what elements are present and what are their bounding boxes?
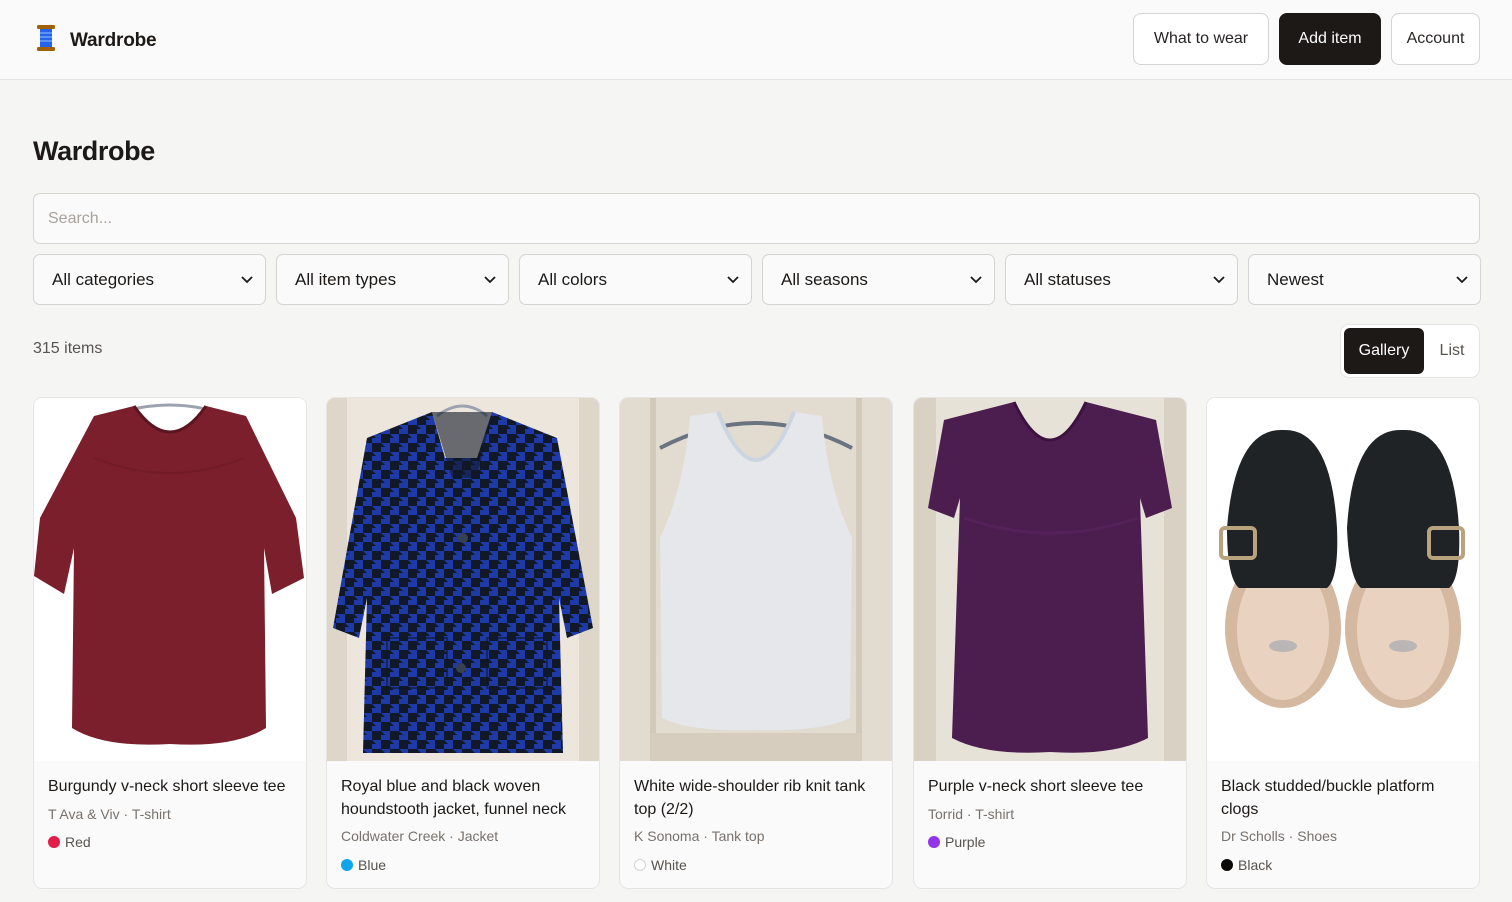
status-select[interactable]: All statuses <box>1005 254 1238 305</box>
chevron-down-icon <box>970 275 982 283</box>
item-color: Red <box>48 834 91 850</box>
item-type: T-shirt <box>131 806 171 822</box>
item-color: Blue <box>341 857 386 873</box>
app-title: Wardrobe <box>70 29 157 51</box>
color-swatch <box>928 836 940 848</box>
item-brand: T Ava & Viv <box>48 806 120 822</box>
item-meta: T Ava & Viv · T-shirt <box>48 806 171 822</box>
color-swatch <box>341 859 353 871</box>
item-color-name: Blue <box>358 857 387 873</box>
item-meta: Dr Scholls · Shoes <box>1221 828 1337 844</box>
chevron-down-icon <box>1456 275 1468 283</box>
item-brand: Torrid <box>928 806 964 822</box>
item-title: Black studded/buckle platform clogs <box>1221 778 1435 818</box>
item-brand: K Sonoma <box>634 828 700 844</box>
chevron-down-icon <box>1213 275 1225 283</box>
item-color: White <box>634 857 687 873</box>
color-select[interactable]: All colors <box>519 254 752 305</box>
item-brand: Dr Scholls <box>1221 828 1285 844</box>
add-item-button[interactable]: Add item <box>1279 13 1381 65</box>
item-photo: · · · <box>914 398 1186 761</box>
color-swatch <box>1221 859 1233 871</box>
item-type: T-shirt <box>975 806 1015 822</box>
item-photo <box>1207 398 1479 761</box>
item-card[interactable]: · · · Purple v-neck short sleeve tee Tor… <box>913 397 1187 889</box>
item-type-select-value: All item types <box>295 269 397 289</box>
what-to-wear-button[interactable]: What to wear <box>1133 13 1269 65</box>
item-meta: K Sonoma · Tank top <box>634 828 765 844</box>
item-card[interactable]: Black studded/buckle platform clogs Dr S… <box>1206 397 1480 889</box>
item-photo <box>327 398 599 761</box>
season-select[interactable]: All seasons <box>762 254 995 305</box>
view-toggle: Gallery List <box>1340 324 1480 378</box>
top-bar: Wardrobe What to wear Add item Account <box>0 0 1512 80</box>
sort-select-value: Newest <box>1267 269 1324 289</box>
brand[interactable]: Wardrobe <box>34 24 157 57</box>
chevron-down-icon <box>727 275 739 283</box>
item-type: Tank top <box>711 828 765 844</box>
chevron-down-icon <box>484 275 496 283</box>
item-card[interactable]: White wide-shoulder rib knit tank top (2… <box>619 397 893 889</box>
item-title: Burgundy v-neck short sleeve tee <box>48 778 286 795</box>
item-type-select[interactable]: All item types <box>276 254 509 305</box>
item-color: Black <box>1221 857 1272 873</box>
status-select-value: All statuses <box>1024 269 1111 289</box>
item-brand: Coldwater Creek <box>341 828 446 844</box>
search-input[interactable] <box>33 193 1480 244</box>
item-title: White wide-shoulder rib knit tank top (2… <box>634 778 866 818</box>
list-view-button[interactable]: List <box>1427 328 1477 374</box>
item-color-name: White <box>651 857 687 873</box>
spool-icon <box>34 24 58 57</box>
gallery-view-button[interactable]: Gallery <box>1344 328 1424 374</box>
chevron-down-icon <box>241 275 253 283</box>
color-select-value: All colors <box>538 269 607 289</box>
sort-select[interactable]: Newest <box>1248 254 1481 305</box>
account-button[interactable]: Account <box>1391 13 1480 65</box>
item-type: Shoes <box>1297 828 1337 844</box>
item-color-name: Purple <box>945 834 986 850</box>
item-photo <box>34 398 306 761</box>
item-title: Purple v-neck short sleeve tee <box>928 778 1144 795</box>
item-color: Purple <box>928 834 985 850</box>
category-select[interactable]: All categories <box>33 254 266 305</box>
item-meta: Coldwater Creek · Jacket <box>341 828 499 844</box>
item-card[interactable]: Burgundy v-neck short sleeve tee T Ava &… <box>33 397 307 889</box>
item-photo <box>620 398 892 761</box>
item-color-name: Red <box>65 834 91 850</box>
item-card[interactable]: Royal blue and black woven houndstooth j… <box>326 397 600 889</box>
color-swatch <box>48 836 60 848</box>
category-select-value: All categories <box>52 269 155 289</box>
page-title: Wardrobe <box>33 136 155 166</box>
item-count: 315 items <box>33 340 103 357</box>
item-type: Jacket <box>457 828 499 844</box>
item-color-name: Black <box>1238 857 1273 873</box>
item-meta: Torrid · T-shirt <box>928 806 1015 822</box>
svg-text:· · ·: · · · <box>1045 433 1055 440</box>
color-swatch <box>634 859 646 871</box>
item-title: Royal blue and black woven houndstooth j… <box>341 778 567 818</box>
season-select-value: All seasons <box>781 269 868 289</box>
